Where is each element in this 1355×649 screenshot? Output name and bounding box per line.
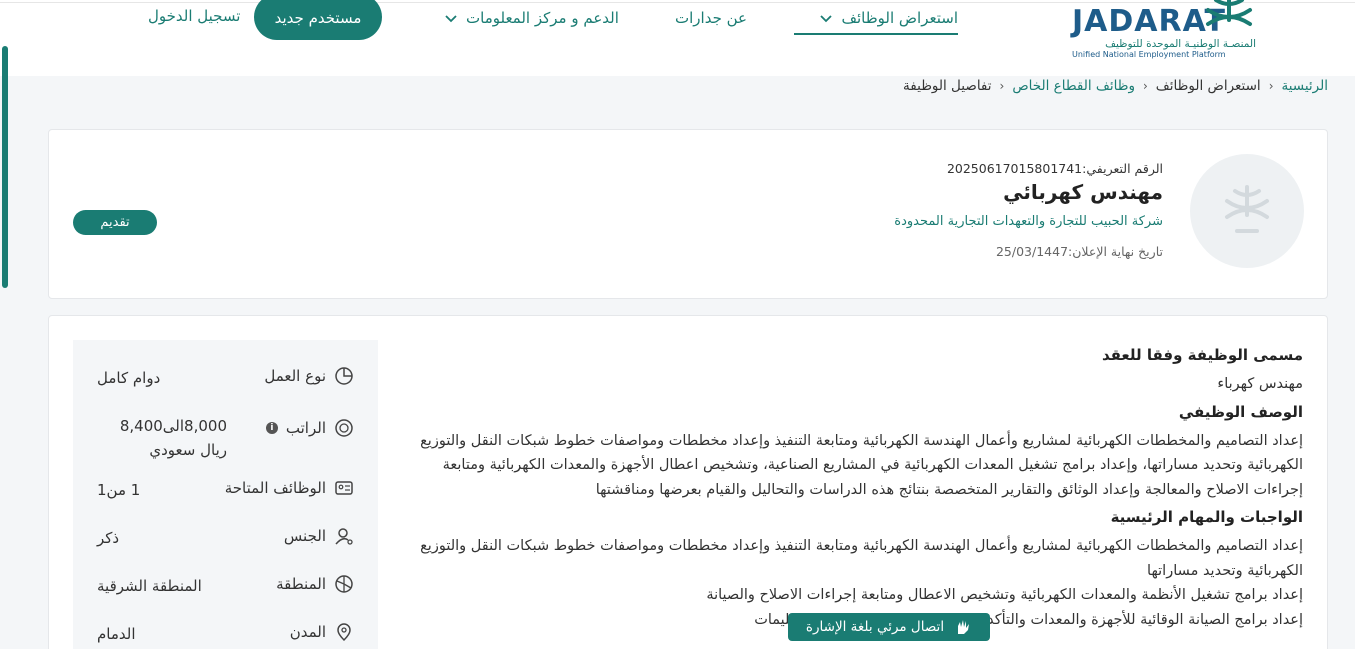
logo-english-tagline: Unified National Employment Platform (1072, 50, 1226, 59)
location-pin-icon (337, 623, 351, 642)
description-text: إعداد التصاميم والمخططات الكهربائية لمشا… (420, 432, 1303, 498)
breadcrumb-home[interactable]: الرئيسية (1282, 78, 1329, 94)
job-attributes-panel: نوع العمل دوام كامل الراتب i 8,000الى8,4… (73, 340, 378, 649)
duty-item: إعداد التصاميم والمخططات الكهربائية لمشا… (420, 538, 1303, 579)
company-name-link[interactable]: شركة الحبيب للتجارة والتعهدات التجارية ا… (894, 214, 1163, 229)
breadcrumb-browse-jobs[interactable]: استعراض الوظائف (1156, 78, 1261, 94)
login-link[interactable]: تسجيل الدخول (148, 7, 240, 25)
map-region-icon (335, 575, 353, 593)
description-heading: الوصف الوظيفي (1178, 402, 1303, 421)
chevron-down-icon (820, 15, 833, 23)
city-label: المدن (289, 623, 326, 641)
gender-value: ذكر (97, 529, 120, 547)
job-title: مهندس كهربائي (1003, 180, 1163, 204)
duty-item: إعداد برامج تشغيل الأنظمة والمعدات الكهر… (706, 587, 1303, 603)
nav-support-center[interactable]: الدعم و مركز المعلومات (444, 6, 619, 30)
id-card-icon (335, 481, 353, 495)
page-scrollbar[interactable] (2, 46, 8, 288)
work-type-value: دوام كامل (97, 369, 161, 387)
gender-label: الجنس (283, 527, 326, 545)
duties-heading: الواجبات والمهام الرئيسية (1110, 508, 1303, 526)
posting-deadline: تاريخ نهاية الإعلان:25/03/1447 (995, 244, 1163, 259)
job-details-card: مسمى الوظيفة وفقا للعقد مهندس كهرباء الو… (48, 315, 1328, 649)
saudi-emblem-icon (1206, 0, 1252, 26)
nav-about-jadarat[interactable]: عن جدارات (675, 6, 747, 30)
new-user-button[interactable]: مستخدم جديد (254, 0, 382, 40)
salary-value: 8,000الى8,400 ريال سعودي (119, 417, 227, 459)
chevron-left-icon: ‹ (999, 79, 1005, 93)
apply-button[interactable]: تقديم (73, 210, 157, 235)
sign-language-call-button[interactable]: اتصال مرئي بلغة الإشارة (788, 613, 990, 641)
chevron-down-icon (445, 15, 457, 23)
breadcrumb-current: تفاصيل الوظيفة (903, 78, 992, 94)
nav-browse-jobs[interactable]: استعراض الوظائف (796, 6, 958, 30)
nav-support-label: الدعم و مركز المعلومات (466, 9, 619, 27)
breadcrumb-private-jobs[interactable]: وظائف القطاع الخاص (1012, 78, 1135, 94)
nav-active-underline (794, 33, 958, 35)
contract-title-value: مهندس كهرباء (1217, 376, 1303, 392)
info-icon[interactable]: i (265, 422, 278, 434)
job-description-section: مسمى الوظيفة وفقا للعقد مهندس كهرباء الو… (393, 346, 1303, 638)
city-value: الدمام (97, 625, 136, 643)
sign-language-label: اتصال مرئي بلغة الإشارة (805, 619, 945, 635)
sign-language-hand-icon (958, 620, 970, 634)
money-coin-icon (335, 419, 353, 437)
breadcrumb: الرئيسية ‹ استعراض الوظائف ‹ وظائف القطا… (903, 78, 1328, 94)
work-type-label: نوع العمل (264, 367, 326, 385)
region-label: المنطقة (276, 575, 326, 593)
nav-about-label: عن جدارات (675, 9, 747, 27)
chevron-left-icon: ‹ (1268, 79, 1274, 93)
logo-arabic-tagline: المنصـة الوطنيـة الموحدة للتوظيف (1105, 38, 1256, 50)
user-gender-icon (335, 528, 353, 545)
nav-browse-jobs-label: استعراض الوظائف (841, 9, 958, 27)
saudi-emblem-icon (1225, 185, 1269, 233)
region-value: المنطقة الشرقية (97, 577, 202, 595)
pie-chart-icon (335, 367, 353, 385)
job-reference-number: الرقم التعريفي:20250617015801741 (946, 161, 1163, 176)
vacancies-value: 1 من1 (97, 481, 141, 499)
contract-title-heading: مسمى الوظيفة وفقا للعقد (1101, 346, 1303, 364)
chevron-left-icon: ‹ (1142, 79, 1148, 93)
job-summary-card: الرقم التعريفي:20250617015801741 مهندس ك… (48, 129, 1328, 299)
salary-label: الراتب (285, 419, 326, 437)
jadarat-logo[interactable]: JADARAT المنصـة الوطنيـة الموحدة للتوظيف… (1072, 0, 1262, 64)
vacancies-label: الوظائف المتاحة (224, 479, 326, 497)
company-avatar (1190, 154, 1304, 268)
top-header: JADARAT المنصـة الوطنيـة الموحدة للتوظيف… (0, 0, 1355, 76)
